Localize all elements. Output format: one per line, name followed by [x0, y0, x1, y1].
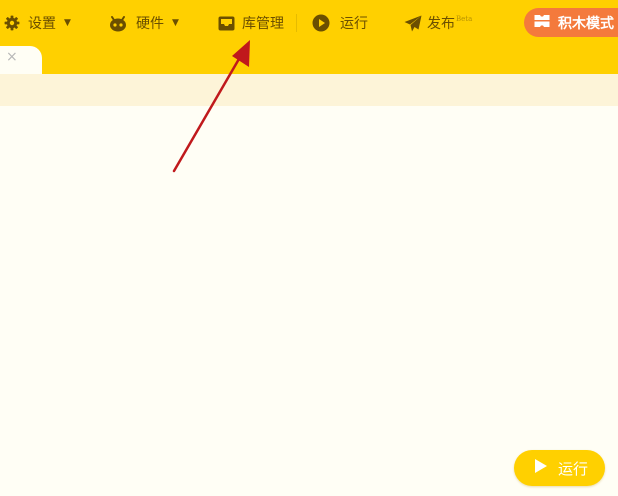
- run-menu-label: 运行: [340, 16, 368, 32]
- library-manager-label: 库管理: [242, 16, 284, 32]
- hardware-menu[interactable]: 硬件 ▼: [108, 0, 179, 46]
- tab-strip: ×: [0, 46, 618, 74]
- settings-menu[interactable]: 设置 ▼: [4, 0, 71, 46]
- settings-label: 设置: [28, 16, 56, 32]
- tab-sub-bar: [0, 74, 618, 106]
- robot-icon: [108, 14, 128, 32]
- inbox-icon: [218, 16, 235, 31]
- close-icon[interactable]: ×: [6, 49, 18, 65]
- editor-tab[interactable]: ×: [0, 46, 42, 74]
- publish-button[interactable]: 发布 Beta: [404, 0, 472, 46]
- workspace-canvas[interactable]: [0, 106, 618, 496]
- chevron-down-icon: ▼: [64, 18, 71, 28]
- block-mode-button[interactable]: 积木模式: [524, 8, 618, 37]
- run-menu-button[interactable]: 运行: [312, 0, 368, 46]
- block-mode-label: 积木模式: [558, 15, 614, 32]
- library-manager-button[interactable]: 库管理: [218, 0, 284, 46]
- play-icon: [534, 458, 548, 478]
- play-circle-icon: [312, 14, 330, 32]
- gear-icon: [4, 15, 20, 31]
- blocks-icon: [534, 14, 550, 32]
- run-button-label: 运行: [558, 459, 589, 478]
- publish-label: 发布: [427, 16, 455, 32]
- chevron-down-icon: ▼: [172, 18, 179, 28]
- beta-badge: Beta: [456, 15, 473, 23]
- hardware-label: 硬件: [136, 16, 164, 32]
- toolbar-divider: [296, 14, 297, 32]
- top-toolbar: 设置 ▼ 硬件 ▼ 库管理 运行 发布 Beta 积木模式: [0, 0, 618, 46]
- paper-plane-icon: [404, 15, 422, 32]
- run-button[interactable]: 运行: [514, 450, 605, 486]
- app-window: 设置 ▼ 硬件 ▼ 库管理 运行 发布 Beta 积木模式 × 运行: [0, 0, 618, 496]
